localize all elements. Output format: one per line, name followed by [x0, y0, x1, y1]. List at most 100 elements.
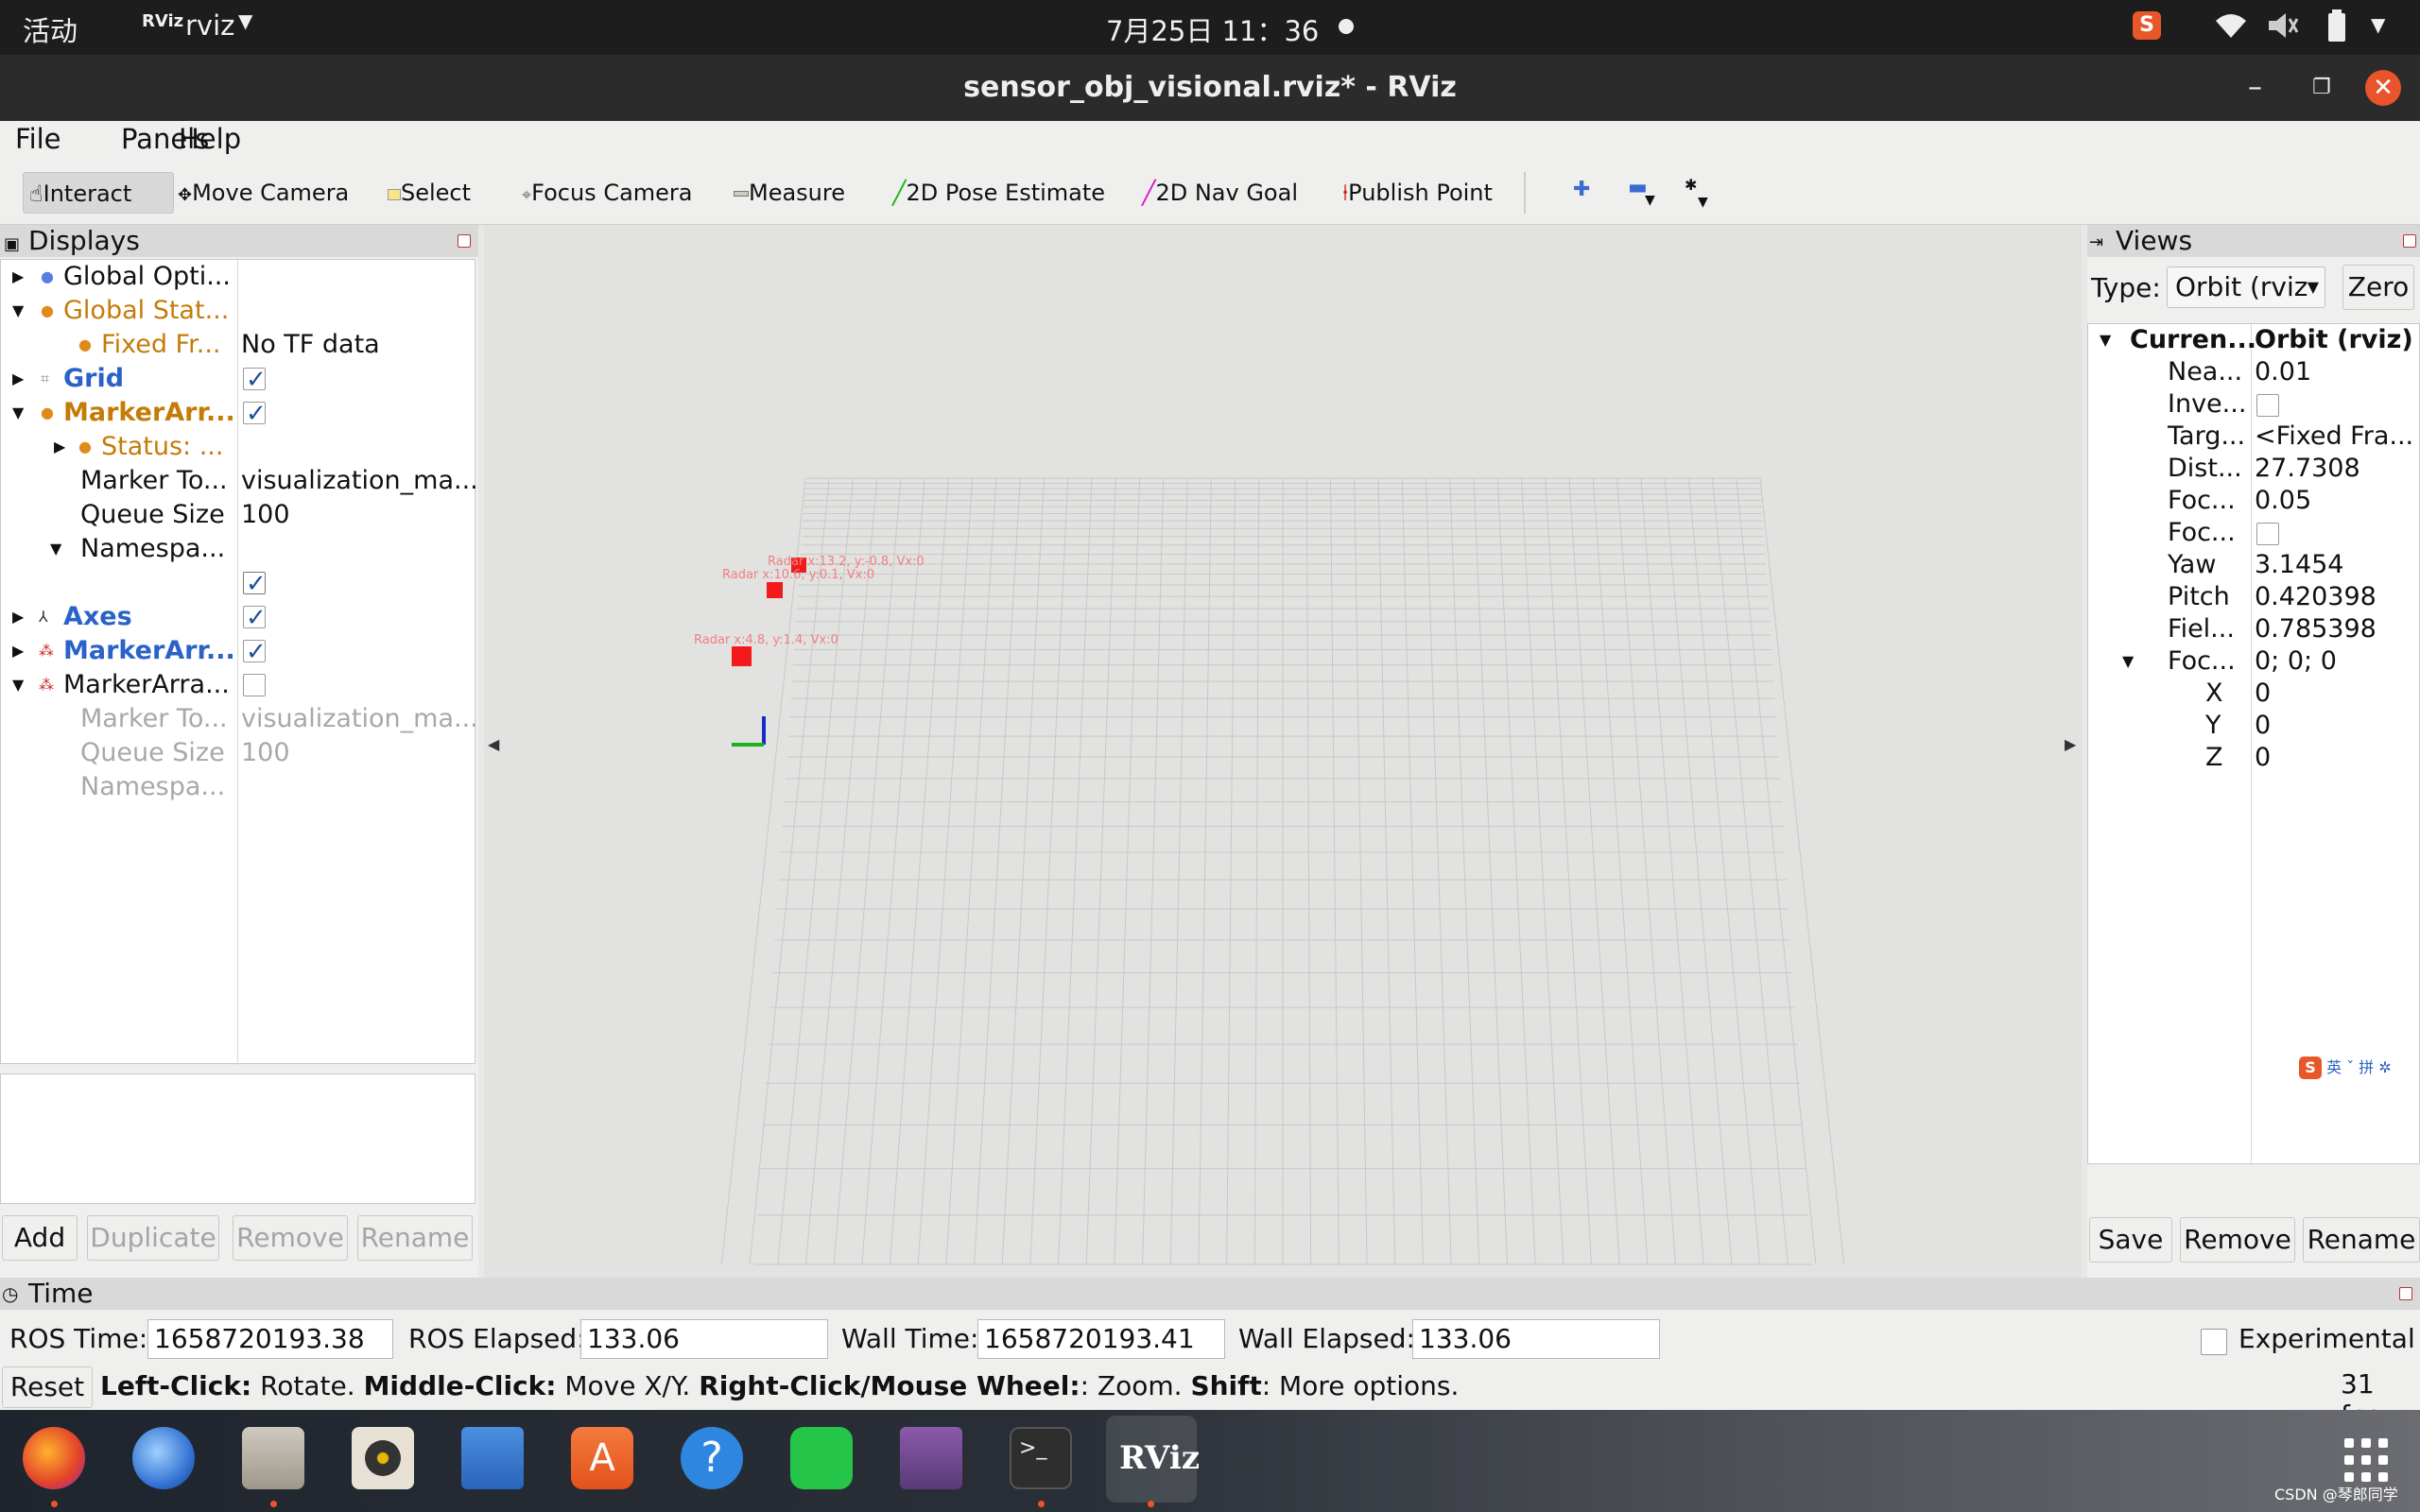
- expand-arrow-icon[interactable]: ▶: [54, 430, 65, 464]
- views-row[interactable]: Y0: [2088, 710, 2419, 742]
- menu-file[interactable]: File: [15, 123, 61, 155]
- remove-view-button[interactable]: Remove: [2180, 1217, 2295, 1263]
- views-row[interactable]: X0: [2088, 678, 2419, 710]
- sogou-ime-icon[interactable]: S: [2133, 11, 2161, 40]
- sogou-ime-icon[interactable]: S: [2299, 1057, 2322, 1079]
- clock[interactable]: 7月25日 11：36: [1106, 9, 1319, 49]
- rename-display-button[interactable]: Rename: [357, 1215, 473, 1261]
- files-icon[interactable]: [242, 1427, 304, 1489]
- collapse-arrow-icon[interactable]: ▼: [12, 294, 24, 328]
- help-icon[interactable]: ?: [681, 1427, 743, 1489]
- views-row[interactable]: ▼ Foc... 0; 0; 0: [2088, 645, 2419, 678]
- tree-row-queue-size-disabled[interactable]: Queue Size 100: [1, 736, 476, 770]
- panel-close-icon[interactable]: [2403, 234, 2416, 248]
- views-row[interactable]: Foc... 0.05: [2088, 485, 2419, 517]
- view-property-checkbox[interactable]: [2256, 394, 2279, 417]
- volume-muted-icon[interactable]: [2267, 11, 2299, 40]
- video-editor-icon[interactable]: [900, 1427, 962, 1489]
- ime-floating-toolbar[interactable]: S 英 ˇ 拼 ✲: [2299, 1055, 2392, 1083]
- tree-row-fixed-frame[interactable]: ● Fixed Fr... No TF data: [1, 328, 476, 362]
- markerarray-1-enabled-checkbox[interactable]: [243, 397, 267, 431]
- 3d-scene[interactable]: Radar x:13.2, y:-0.8, Vx:0 Radar x:10.6,…: [484, 225, 2082, 1278]
- tool-properties-icon[interactable]: ✱: [1685, 176, 1697, 194]
- wifi-icon[interactable]: [2214, 11, 2248, 40]
- right-splitter-arrow-icon[interactable]: ▶: [2065, 735, 2077, 753]
- tool-focus-camera[interactable]: ⌖Focus Camera: [522, 172, 693, 214]
- views-row[interactable]: Yaw 3.1454: [2088, 549, 2419, 581]
- tool-move-camera[interactable]: ✥Move Camera: [178, 172, 349, 214]
- render-viewport[interactable]: Radar x:13.2, y:-0.8, Vx:0 Radar x:10.6,…: [484, 225, 2082, 1278]
- ime-punctuation-icon[interactable]: ˇ: [2346, 1058, 2354, 1076]
- left-splitter-arrow-icon[interactable]: ◀: [488, 735, 500, 753]
- tool-select[interactable]: Select: [388, 172, 471, 214]
- zero-button[interactable]: Zero: [2342, 265, 2414, 310]
- firefox-icon[interactable]: [23, 1427, 85, 1489]
- experimental-label[interactable]: Experimental: [2238, 1323, 2415, 1354]
- save-view-button[interactable]: Save: [2089, 1217, 2172, 1263]
- views-row[interactable]: Targ... <Fixed Fra...: [2088, 421, 2419, 453]
- rename-view-button[interactable]: Rename: [2303, 1217, 2420, 1263]
- remove-tool-dropdown-icon[interactable]: ▼: [1645, 193, 1655, 208]
- expand-arrow-icon[interactable]: ▶: [12, 362, 24, 396]
- tool-publish-point[interactable]: ⍿Publish Point: [1342, 172, 1493, 214]
- tree-row-namespace-entry[interactable]: [1, 566, 476, 601]
- maximize-icon[interactable]: ❐: [2312, 55, 2331, 121]
- panel-close-icon[interactable]: [458, 234, 471, 248]
- tree-row-grid[interactable]: ▶ ⌗ Grid: [1, 362, 476, 397]
- battery-icon[interactable]: [2327, 9, 2346, 42]
- views-row[interactable]: Inve...: [2088, 388, 2419, 421]
- tool-2d-pose-estimate[interactable]: ╱2D Pose Estimate: [892, 172, 1105, 214]
- collapse-arrow-icon[interactable]: ▼: [2122, 645, 2134, 678]
- tool-measure[interactable]: Measure: [734, 172, 845, 214]
- menu-help[interactable]: Help: [179, 123, 241, 155]
- views-row[interactable]: Nea... 0.01: [2088, 356, 2419, 388]
- libreoffice-writer-icon[interactable]: [461, 1427, 524, 1489]
- views-row[interactable]: Dist... 27.7308: [2088, 453, 2419, 485]
- tree-row-markerarray-3[interactable]: ▼ ⁂ MarkerArra...: [1, 668, 476, 702]
- app-menu-button[interactable]: rviz: [185, 9, 234, 42]
- terminal-icon[interactable]: >_: [1010, 1427, 1072, 1489]
- ime-pinyin-icon[interactable]: 拼: [2359, 1058, 2374, 1076]
- tree-row-marker-topic-disabled[interactable]: Marker To... visualization_ma...: [1, 702, 478, 736]
- expand-arrow-icon[interactable]: ▶: [12, 600, 24, 634]
- tree-row-marker-topic[interactable]: Marker To... visualization_ma...: [1, 464, 478, 498]
- software-center-icon[interactable]: A: [571, 1427, 633, 1489]
- show-applications-icon[interactable]: [2344, 1438, 2388, 1482]
- experimental-checkbox[interactable]: [2201, 1329, 2227, 1355]
- rhythmbox-icon[interactable]: [352, 1427, 414, 1489]
- window-title-bar[interactable]: sensor_obj_visional.rviz* - RViz – ❐ ✕: [0, 55, 2420, 121]
- wechat-icon[interactable]: [790, 1427, 853, 1489]
- wall-elapsed-field[interactable]: 133.06: [1412, 1319, 1660, 1359]
- close-icon[interactable]: ✕: [2365, 70, 2401, 106]
- views-row[interactable]: Pitch 0.420398: [2088, 581, 2419, 613]
- panel-close-icon[interactable]: [2399, 1287, 2412, 1300]
- views-row[interactable]: Fiel... 0.785398: [2088, 613, 2419, 645]
- views-row[interactable]: Foc...: [2088, 517, 2419, 549]
- ros-elapsed-field[interactable]: 133.06: [580, 1319, 828, 1359]
- remove-display-button[interactable]: Remove: [233, 1215, 348, 1261]
- collapse-arrow-icon[interactable]: ▼: [50, 532, 61, 566]
- tool-2d-nav-goal[interactable]: ╱2D Nav Goal: [1142, 172, 1298, 214]
- tool-interact[interactable]: ☝Interact: [23, 172, 174, 214]
- tree-row-axes[interactable]: ▶ ⅄ Axes: [1, 600, 476, 635]
- markerarray-3-enabled-checkbox[interactable]: [243, 674, 266, 696]
- system-menu-chevron-icon[interactable]: ▼: [2371, 13, 2385, 36]
- markerarray-2-enabled-checkbox[interactable]: [243, 635, 267, 669]
- tree-row-markerarray-1[interactable]: ▼ ● MarkerArr...: [1, 396, 476, 431]
- expand-arrow-icon[interactable]: ▶: [12, 634, 24, 668]
- namespace-checkbox[interactable]: [243, 567, 267, 601]
- reset-button[interactable]: Reset: [2, 1366, 93, 1408]
- add-tool-icon[interactable]: ✚: [1573, 178, 1590, 201]
- activities-button[interactable]: 活动: [23, 9, 78, 49]
- collapse-arrow-icon[interactable]: ▼: [12, 396, 24, 430]
- tool-properties-dropdown-icon[interactable]: ▼: [1698, 195, 1708, 210]
- view-type-select[interactable]: Orbit (rviz ▼: [2167, 266, 2325, 308]
- views-row-current[interactable]: ▼ Curren... Orbit (rviz): [2088, 324, 2419, 356]
- minimize-icon[interactable]: –: [2248, 55, 2262, 121]
- rviz-dock-icon[interactable]: RViz: [1119, 1427, 1200, 1489]
- add-display-button[interactable]: Add: [2, 1215, 78, 1261]
- thunderbird-icon[interactable]: [132, 1427, 195, 1489]
- ros-time-field[interactable]: 1658720193.38: [147, 1319, 393, 1359]
- duplicate-display-button[interactable]: Duplicate: [87, 1215, 219, 1261]
- collapse-arrow-icon[interactable]: ▼: [2100, 324, 2111, 356]
